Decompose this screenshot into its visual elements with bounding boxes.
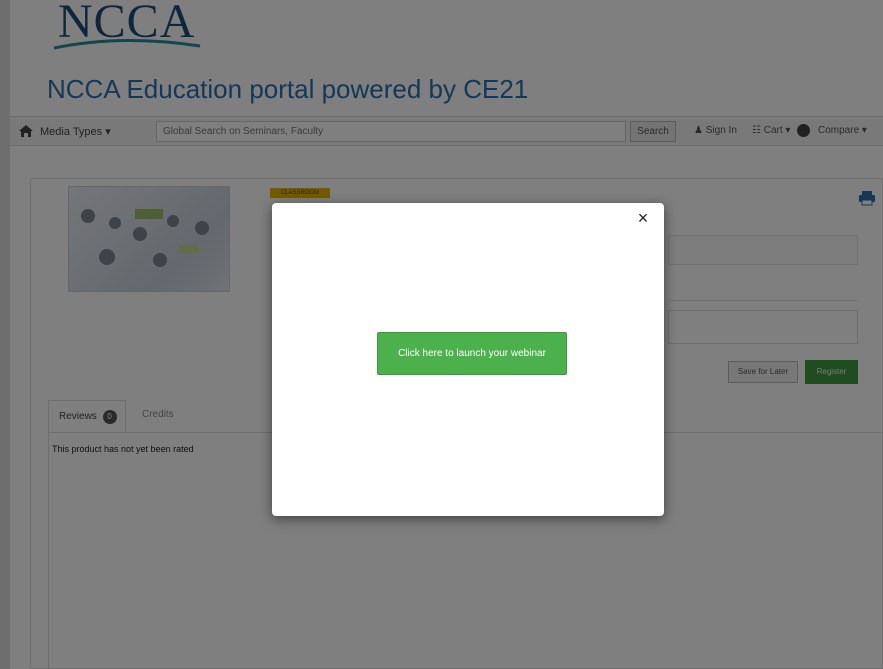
launch-modal: × Click here to launch your webinar: [272, 203, 664, 516]
close-icon[interactable]: ×: [635, 209, 651, 227]
launch-webinar-button[interactable]: Click here to launch your webinar: [377, 332, 567, 375]
